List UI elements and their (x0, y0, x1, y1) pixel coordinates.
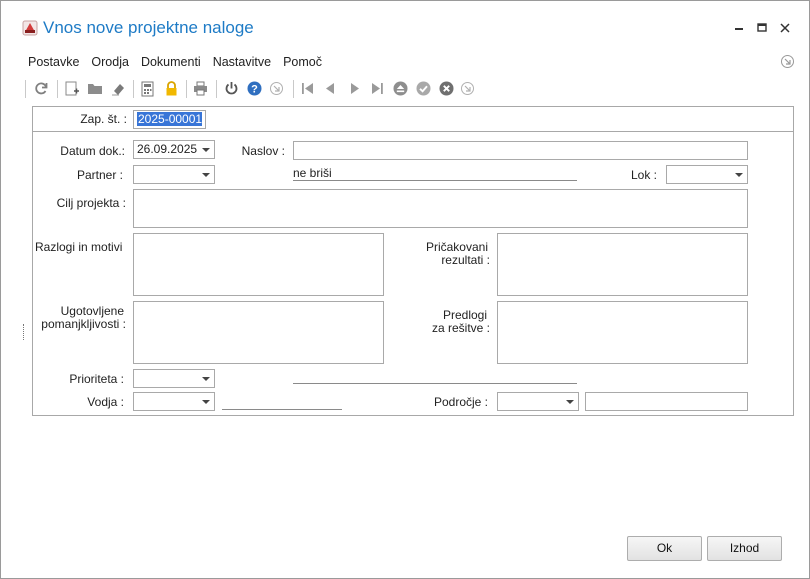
datum-value: 26.09.2025 (137, 142, 198, 156)
prioriteta-label: Prioriteta : (69, 372, 124, 386)
ugotovljene-label-2: pomanjkljivosti : (41, 317, 126, 331)
dropdown-arrow-icon (566, 400, 574, 404)
podrocje-name-field (585, 392, 748, 411)
calculator-icon[interactable] (139, 80, 156, 97)
menu-orodja[interactable]: Orodja (85, 55, 135, 71)
goto-icon[interactable] (459, 80, 476, 97)
razlogi-memo[interactable] (133, 233, 384, 296)
datum-field[interactable]: 26.09.2025 (133, 140, 215, 159)
lok-combo[interactable] (666, 165, 748, 184)
first-record-icon[interactable] (299, 80, 316, 97)
pricakovani-label-1: Pričakovani (425, 240, 488, 254)
svg-text:?: ? (251, 84, 258, 96)
power-icon[interactable] (223, 80, 240, 97)
toolbar-separator (186, 80, 187, 98)
dropdown-arrow-icon (202, 400, 210, 404)
zap-st-label: Zap. št. : (80, 112, 127, 126)
dropdown-arrow-icon (202, 148, 210, 152)
naslov-label: Naslov : (241, 144, 285, 158)
lok-label: Lok : (630, 168, 657, 182)
menu-dokumenti[interactable]: Dokumenti (135, 55, 207, 71)
open-folder-icon[interactable] (87, 80, 104, 97)
vodja-label: Vodja : (87, 395, 124, 409)
pricakovani-label-2: rezultati : (441, 253, 490, 267)
cilj-label: Cilj projekta : (56, 196, 126, 210)
predlogi-memo[interactable] (497, 301, 748, 364)
confirm-icon[interactable] (415, 80, 432, 97)
predlogi-label-2: za rešitve : (431, 321, 490, 335)
toolbar-separator (293, 80, 294, 98)
zap-st-value: 2025-00001 (137, 112, 203, 126)
toolbar-separator (25, 80, 26, 98)
cancel-icon[interactable] (438, 80, 455, 97)
toolbar-separator (57, 80, 58, 98)
datum-label: Datum dok.: (60, 144, 125, 158)
exit-button[interactable]: Izhod (707, 536, 782, 561)
menu-bar: Postavke Orodja Dokumenti Nastavitve Pom… (22, 55, 328, 71)
dropdown-arrow-icon (202, 377, 210, 381)
vodja-combo[interactable] (133, 392, 215, 411)
ugotovljene-memo[interactable] (133, 301, 384, 364)
zap-st-field[interactable]: 2025-00001 (133, 110, 206, 129)
eraser-icon[interactable] (110, 80, 127, 97)
previous-record-icon[interactable] (322, 80, 339, 97)
partner-label: Partner : (76, 168, 123, 182)
podrocje-combo[interactable] (497, 392, 579, 411)
menu-pomoc[interactable]: Pomoč (277, 55, 328, 71)
podrocje-label: Področje : (433, 395, 488, 409)
help-icon[interactable]: ? (246, 80, 263, 97)
refresh-icon[interactable] (33, 80, 50, 97)
menu-nastavitve[interactable]: Nastavitve (207, 55, 277, 71)
dropdown-arrow-icon (735, 173, 743, 177)
dropdown-arrow-icon (202, 173, 210, 177)
goto-icon[interactable] (268, 80, 285, 97)
next-record-icon[interactable] (346, 80, 363, 97)
window-title: Vnos nove projektne naloge (43, 18, 254, 37)
dialog-window: Vnos nove projektne naloge Postavke Orod… (0, 0, 810, 579)
ok-button[interactable]: Ok (627, 536, 702, 561)
splitter-grip[interactable] (23, 324, 25, 340)
last-record-icon[interactable] (369, 80, 386, 97)
close-icon[interactable] (778, 21, 792, 35)
razlogi-label: Razlogi in motivi : (35, 240, 126, 254)
vodja-display (222, 396, 342, 410)
minimize-icon[interactable] (732, 21, 746, 35)
predlogi-label-1: Predlogi (442, 308, 487, 322)
menu-postavke[interactable]: Postavke (22, 55, 85, 71)
naslov-field[interactable] (293, 141, 748, 160)
app-logo-icon (22, 20, 38, 36)
toolbar-separator (133, 80, 134, 98)
print-icon[interactable] (192, 80, 209, 97)
new-document-icon[interactable] (63, 80, 80, 97)
partner-combo[interactable] (133, 165, 215, 184)
ugotovljene-label-1: Ugotovljene (60, 304, 124, 318)
eject-icon[interactable] (392, 80, 409, 97)
cilj-memo[interactable] (133, 189, 748, 228)
toolbar-separator (216, 80, 217, 98)
prioriteta-combo[interactable] (133, 369, 215, 388)
collapse-ribbon-icon[interactable] (780, 54, 795, 69)
partner-name-display: ne briši (293, 167, 577, 181)
lock-icon[interactable] (163, 80, 180, 97)
prioriteta-display (293, 370, 577, 384)
maximize-icon[interactable] (755, 21, 769, 35)
pricakovani-memo[interactable] (497, 233, 748, 296)
